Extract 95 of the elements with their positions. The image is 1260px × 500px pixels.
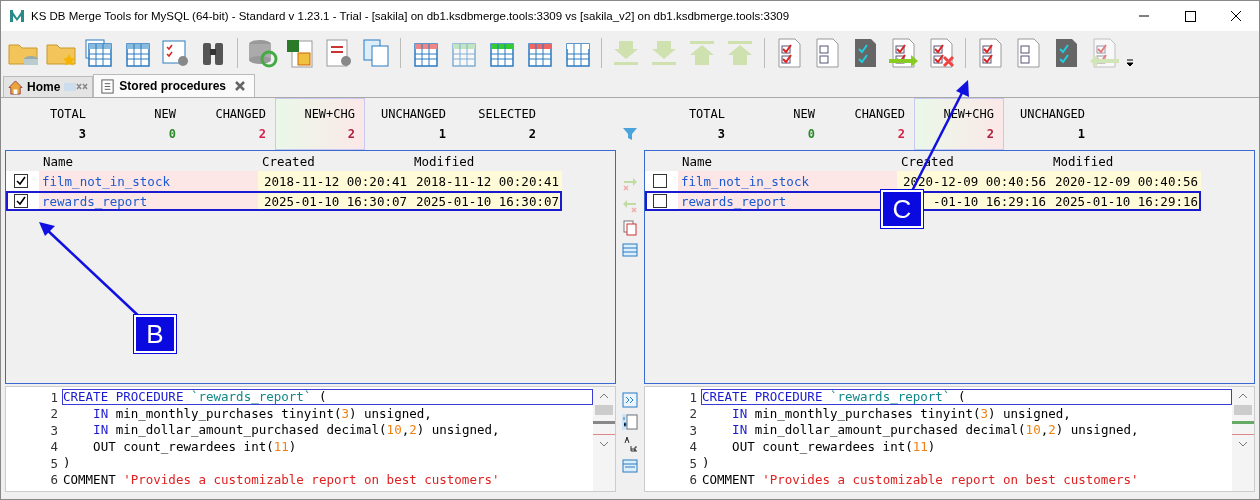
- code-line: IN min_dollar_amount_purchased decimal(10,2) unsigned,: [92, 422, 501, 439]
- date-cell: 2025-01-10 16:30:07: [258, 191, 410, 211]
- stat-value: 2: [986, 127, 994, 141]
- stat-value: 2: [528, 127, 536, 141]
- scroll-thumb[interactable]: [1234, 405, 1252, 415]
- name-cell: film_not_in_stock: [678, 171, 897, 191]
- diff-marker: [593, 421, 615, 435]
- checklist-arrow-icon[interactable]: [1088, 37, 1120, 69]
- code-line: ): [701, 455, 711, 472]
- line-number: 5: [49, 455, 59, 471]
- line-number: 3: [49, 422, 59, 438]
- grid-icon[interactable]: [622, 242, 638, 258]
- column-header[interactable]: Name: [682, 153, 713, 169]
- checkbox[interactable]: [653, 194, 667, 208]
- table-row[interactable]: rewards_report 2025-01-10 16:30:07 2025-01-10 16:30:07: [6, 191, 562, 211]
- name-cell: film_not_in_stock: [39, 171, 258, 191]
- callout-label: B: [134, 315, 176, 353]
- date-cell: 2025-01-10 16:29:16: [1049, 191, 1201, 211]
- stat-label: TOTAL: [688, 107, 725, 121]
- expand-icon[interactable]: [622, 392, 638, 408]
- stat-value: 2: [347, 127, 355, 141]
- stat-label: NEW+CHG: [304, 107, 355, 121]
- stat-label: TOTAL: [49, 107, 86, 121]
- tab[interactable]: Home: [3, 76, 94, 97]
- scroll-up-icon[interactable]: [599, 393, 609, 399]
- scrollbar[interactable]: [1232, 387, 1254, 491]
- window-title: KS DB Merge Tools for MySQL (64-bit) - Standard v 1.23.1 - Trial - [sakila] on db1.ksdbmerge.tools:3309 vs [sakila_v2] on db1.ksdbmerge.tools:3309: [31, 10, 791, 22]
- line-number: 2: [688, 406, 698, 422]
- stat-value: 2: [897, 127, 905, 141]
- house-icon: [8, 79, 23, 95]
- database-sync-icon[interactable]: [246, 37, 278, 69]
- stat-value: 3: [78, 127, 86, 141]
- checkbox[interactable]: [14, 194, 28, 208]
- stat-label: UNCHANGED: [1019, 107, 1085, 121]
- code-line: IN min_monthly_purchases tinyint(3) unsigned,: [731, 405, 1072, 422]
- stat-label: NEW: [793, 107, 815, 121]
- checklist-arrow-icon[interactable]: [887, 37, 919, 69]
- table-row[interactable]: film_not_in_stock 2018-11-12 00:20:41 2018-11-12 00:20:41: [6, 171, 562, 191]
- date-cell: 2018-11-12 00:20:41: [258, 171, 410, 191]
- column-header[interactable]: Modified: [414, 153, 475, 169]
- stat-label: CHANGED: [215, 107, 266, 121]
- stat-label: NEW: [154, 107, 176, 121]
- code-line: IN min_monthly_purchases tinyint(3) unsigned,: [92, 405, 433, 422]
- code-line: COMMENT 'Provides a customizable report on best customers': [62, 471, 501, 488]
- checkbox[interactable]: [653, 174, 667, 188]
- code-editor[interactable]: [5, 386, 616, 492]
- stat-value: 1: [1077, 127, 1085, 141]
- line-number: 1: [49, 389, 59, 405]
- code-editor[interactable]: [644, 386, 1255, 492]
- tab-label: Stored procedures: [119, 79, 227, 93]
- stat-label: SELECTED: [478, 107, 536, 121]
- scroll-thumb[interactable]: [595, 405, 613, 415]
- column-header[interactable]: Modified: [1053, 153, 1114, 169]
- code-line: OUT count_rewardees int(11): [92, 438, 298, 455]
- column-header[interactable]: Created: [262, 153, 315, 169]
- date-cell: 2018-11-12 00:20:41: [410, 171, 562, 191]
- line-number: 1: [688, 389, 698, 405]
- column-header[interactable]: Name: [43, 153, 74, 169]
- stat-value: 1: [438, 127, 446, 141]
- date-cell: 2025-01-10 16:30:07: [410, 191, 562, 211]
- tables-icon[interactable]: [83, 37, 115, 69]
- line-number: 3: [688, 422, 698, 438]
- stat-label: CHANGED: [854, 107, 905, 121]
- code-line: ): [62, 455, 72, 472]
- documents-icon[interactable]: [360, 37, 392, 69]
- name-cell: rewards_report: [39, 191, 258, 211]
- code-line: COMMENT 'Provides a customizable report on best customers': [701, 471, 1140, 488]
- line-number: 6: [49, 472, 59, 488]
- stat-label: UNCHANGED: [380, 107, 446, 121]
- documents-icon[interactable]: [622, 220, 638, 236]
- filter-icon[interactable]: [622, 126, 638, 142]
- line-number: 4: [49, 439, 59, 455]
- code-line: OUT count_rewardees int(11): [731, 438, 937, 455]
- stat-value: 3: [717, 127, 725, 141]
- checkbox[interactable]: [14, 174, 28, 188]
- stat-value: 0: [168, 127, 176, 141]
- line-number: 6: [688, 472, 698, 488]
- scroll-up-icon[interactable]: [1238, 393, 1248, 399]
- tab[interactable]: Stored procedures: [93, 74, 256, 97]
- code-line: IN min_dollar_amount_purchased decimal(10,2) unsigned,: [731, 422, 1140, 439]
- diff-marker: [1232, 421, 1254, 435]
- scroll-down-icon[interactable]: [599, 441, 609, 447]
- tab-label: Home: [27, 80, 61, 94]
- line-number: 5: [688, 455, 698, 471]
- app-logo-icon: [9, 8, 25, 24]
- date-cell: 2020-12-09 00:40:56: [1049, 171, 1201, 191]
- stat-value: 2: [258, 127, 266, 141]
- overflow-icon[interactable]: [1126, 59, 1134, 67]
- scroll-down-icon[interactable]: [1238, 441, 1248, 447]
- scrollbar[interactable]: [593, 387, 615, 491]
- line-number: 2: [49, 406, 59, 422]
- document-icon: [100, 78, 116, 94]
- panel-icon[interactable]: [622, 458, 638, 474]
- stat-value: 0: [807, 127, 815, 141]
- line-number: 4: [688, 439, 698, 455]
